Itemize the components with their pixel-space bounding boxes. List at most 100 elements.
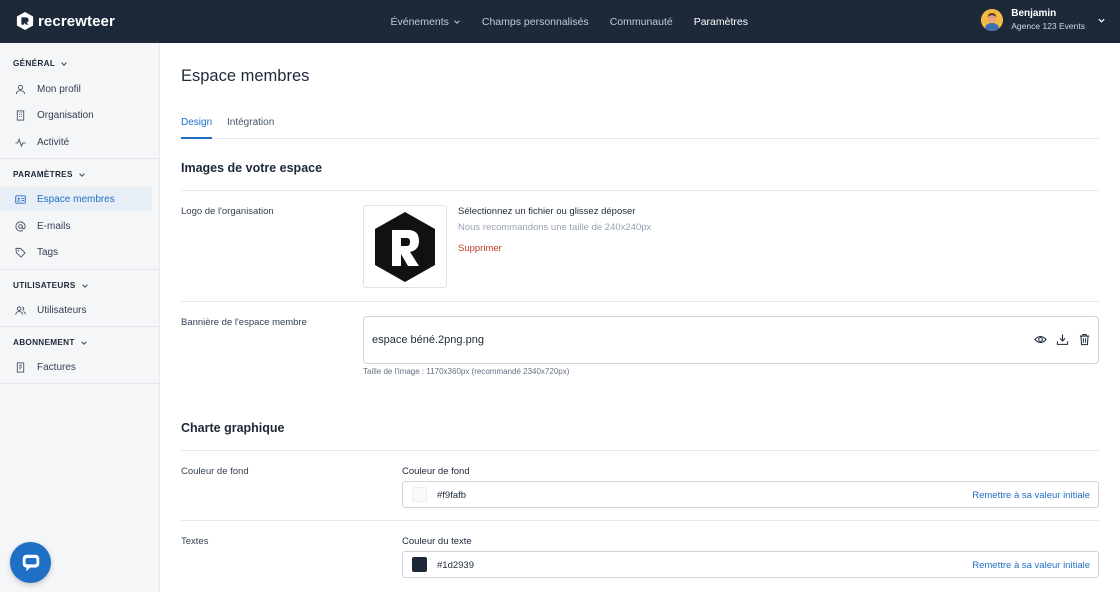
chevron-down-icon xyxy=(454,19,460,24)
user-organization: Agence 123 Events xyxy=(1011,21,1085,31)
banner-size-hint: Taille de l'image : 1170x360px (recomman… xyxy=(363,367,570,376)
sidebar-section-title: ABONNEMENT xyxy=(13,338,75,347)
sidebar-divider xyxy=(0,383,160,384)
chevron-down-icon xyxy=(81,283,88,288)
nav-item-label: Champs personnalisés xyxy=(481,15,589,28)
organization-logo-preview xyxy=(363,205,447,288)
chevron-down-icon xyxy=(61,61,67,66)
sidebar-divider xyxy=(0,158,160,159)
text-color-label: Textes xyxy=(181,536,209,547)
row-divider xyxy=(181,301,1099,302)
logo-label: Logo de l'organisation xyxy=(181,206,274,217)
sidebar-item-e-mails[interactable]: E-mails xyxy=(0,214,152,238)
sidebar-item-label: Utilisateurs xyxy=(37,304,87,316)
sidebar-divider xyxy=(0,269,160,270)
sidebar-item-label: E-mails xyxy=(37,220,71,232)
row-divider xyxy=(181,520,1099,521)
sidebar-item-espace-membres[interactable]: Espace membres xyxy=(0,187,152,211)
receipt-icon xyxy=(16,361,25,373)
sidebar-section-title: PARAMÈTRES xyxy=(13,170,73,179)
download-button[interactable] xyxy=(1056,333,1069,346)
text-color-field-label: Couleur du texte xyxy=(402,536,472,547)
sidebar: GÉNÉRAL Mon profil Organisation Activité… xyxy=(0,43,160,592)
logo-upload-link[interactable]: Sélectionnez un fichier ou glissez dépos… xyxy=(458,206,635,217)
background-color-label: Couleur de fond xyxy=(181,466,249,477)
sidebar-divider xyxy=(0,326,160,327)
sidebar-item-label: Factures xyxy=(37,361,76,373)
sidebar-item-mon-profil[interactable]: Mon profil xyxy=(0,77,152,101)
main-nav: Événements Champs personnalisés Communau… xyxy=(380,0,759,43)
brand-logo-icon xyxy=(16,12,34,30)
brand[interactable]: recrewteer xyxy=(16,11,115,31)
delete-logo-button[interactable]: Supprimer xyxy=(458,243,502,254)
reset-background-color-button[interactable]: Remettre à sa valeur initiale xyxy=(972,490,1090,501)
preview-button[interactable] xyxy=(1034,333,1047,346)
main-content: Espace membres Design Intégration Images… xyxy=(160,43,1120,592)
background-color-value: #f9fafb xyxy=(437,490,467,501)
download-icon xyxy=(1056,334,1069,345)
chevron-down-icon xyxy=(80,340,87,345)
chevron-down-icon xyxy=(78,172,85,177)
nav-item-label: Paramètres xyxy=(693,15,748,28)
sidebar-item-organisation[interactable]: Organisation xyxy=(0,103,152,127)
sidebar-item-label: Tags xyxy=(37,246,59,258)
delete-banner-button[interactable] xyxy=(1078,333,1091,346)
nav-item-evenements[interactable]: Événements xyxy=(391,16,461,28)
sidebar-item-label: Organisation xyxy=(37,109,94,121)
banner-label: Bannière de l'espace membre xyxy=(181,317,307,328)
organization-logo-icon xyxy=(375,211,435,282)
brand-name: recrewteer xyxy=(38,12,115,30)
nav-item-label: Communauté xyxy=(609,15,673,28)
building-icon xyxy=(16,109,25,121)
background-color-field-label: Couleur de fond xyxy=(402,466,470,477)
sidebar-item-label: Mon profil xyxy=(37,83,81,95)
top-navigation-bar: recrewteer Événements Champs personnalis… xyxy=(0,0,1120,43)
nav-item-communaute[interactable]: Communauté xyxy=(610,16,673,28)
reset-text-color-button[interactable]: Remettre à sa valeur initiale xyxy=(972,560,1090,571)
sidebar-item-label: Espace membres xyxy=(37,193,115,205)
logo-size-hint: Nous recommandons une taille de 240x240p… xyxy=(458,222,652,233)
section-title-images: Images de votre espace xyxy=(181,161,323,175)
text-color-swatch[interactable] xyxy=(412,557,427,572)
tag-icon xyxy=(15,247,26,258)
page-title: Espace membres xyxy=(181,67,310,85)
sidebar-item-factures[interactable]: Factures xyxy=(0,355,152,379)
chat-launcher-button[interactable] xyxy=(10,542,51,583)
avatar xyxy=(981,9,1004,31)
tab-integration[interactable]: Intégration xyxy=(227,117,274,139)
sidebar-item-tags[interactable]: Tags xyxy=(0,240,152,264)
sidebar-item-label: Activité xyxy=(37,136,70,148)
text-color-value: #1d2939 xyxy=(437,560,474,571)
sidebar-section-title: UTILISATEURS xyxy=(13,281,76,290)
sidebar-item-activite[interactable]: Activité xyxy=(0,130,152,154)
user-menu[interactable]: Benjamin Agence 123 Events xyxy=(981,8,1106,32)
section-divider xyxy=(181,190,1099,191)
sidebar-item-utilisateurs[interactable]: Utilisateurs xyxy=(0,298,152,322)
sidebar-section-utilisateurs[interactable]: UTILISATEURS xyxy=(13,281,89,290)
nav-item-champs-personnalises[interactable]: Champs personnalisés xyxy=(482,16,589,28)
trash-icon xyxy=(1079,333,1090,346)
id-card-icon xyxy=(15,194,26,204)
tab-design[interactable]: Design xyxy=(181,117,213,139)
chevron-down-icon xyxy=(1098,18,1105,23)
background-color-input[interactable]: #f9fafb Remettre à sa valeur initiale xyxy=(402,481,1099,508)
nav-item-label: Événements xyxy=(390,15,449,28)
user-icon xyxy=(15,84,26,94)
banner-file-field[interactable]: espace béné.2png.png xyxy=(363,316,1099,364)
sidebar-section-abonnement[interactable]: ABONNEMENT xyxy=(13,338,88,347)
section-title-charte: Charte graphique xyxy=(181,421,285,435)
users-icon xyxy=(15,305,26,315)
at-icon xyxy=(15,220,26,231)
sidebar-section-general[interactable]: GÉNÉRAL xyxy=(13,59,68,68)
sidebar-section-parametres[interactable]: PARAMÈTRES xyxy=(13,170,86,179)
background-color-swatch[interactable] xyxy=(412,487,427,502)
chat-icon xyxy=(22,554,39,571)
section-divider xyxy=(181,450,1099,451)
banner-file-name: espace béné.2png.png xyxy=(372,334,484,346)
eye-icon xyxy=(1034,335,1047,344)
text-color-input[interactable]: #1d2939 Remettre à sa valeur initiale xyxy=(402,551,1099,578)
activity-icon xyxy=(15,137,26,147)
user-name: Benjamin xyxy=(1011,8,1057,19)
nav-item-parametres[interactable]: Paramètres xyxy=(694,16,748,28)
sidebar-section-title: GÉNÉRAL xyxy=(13,59,56,68)
